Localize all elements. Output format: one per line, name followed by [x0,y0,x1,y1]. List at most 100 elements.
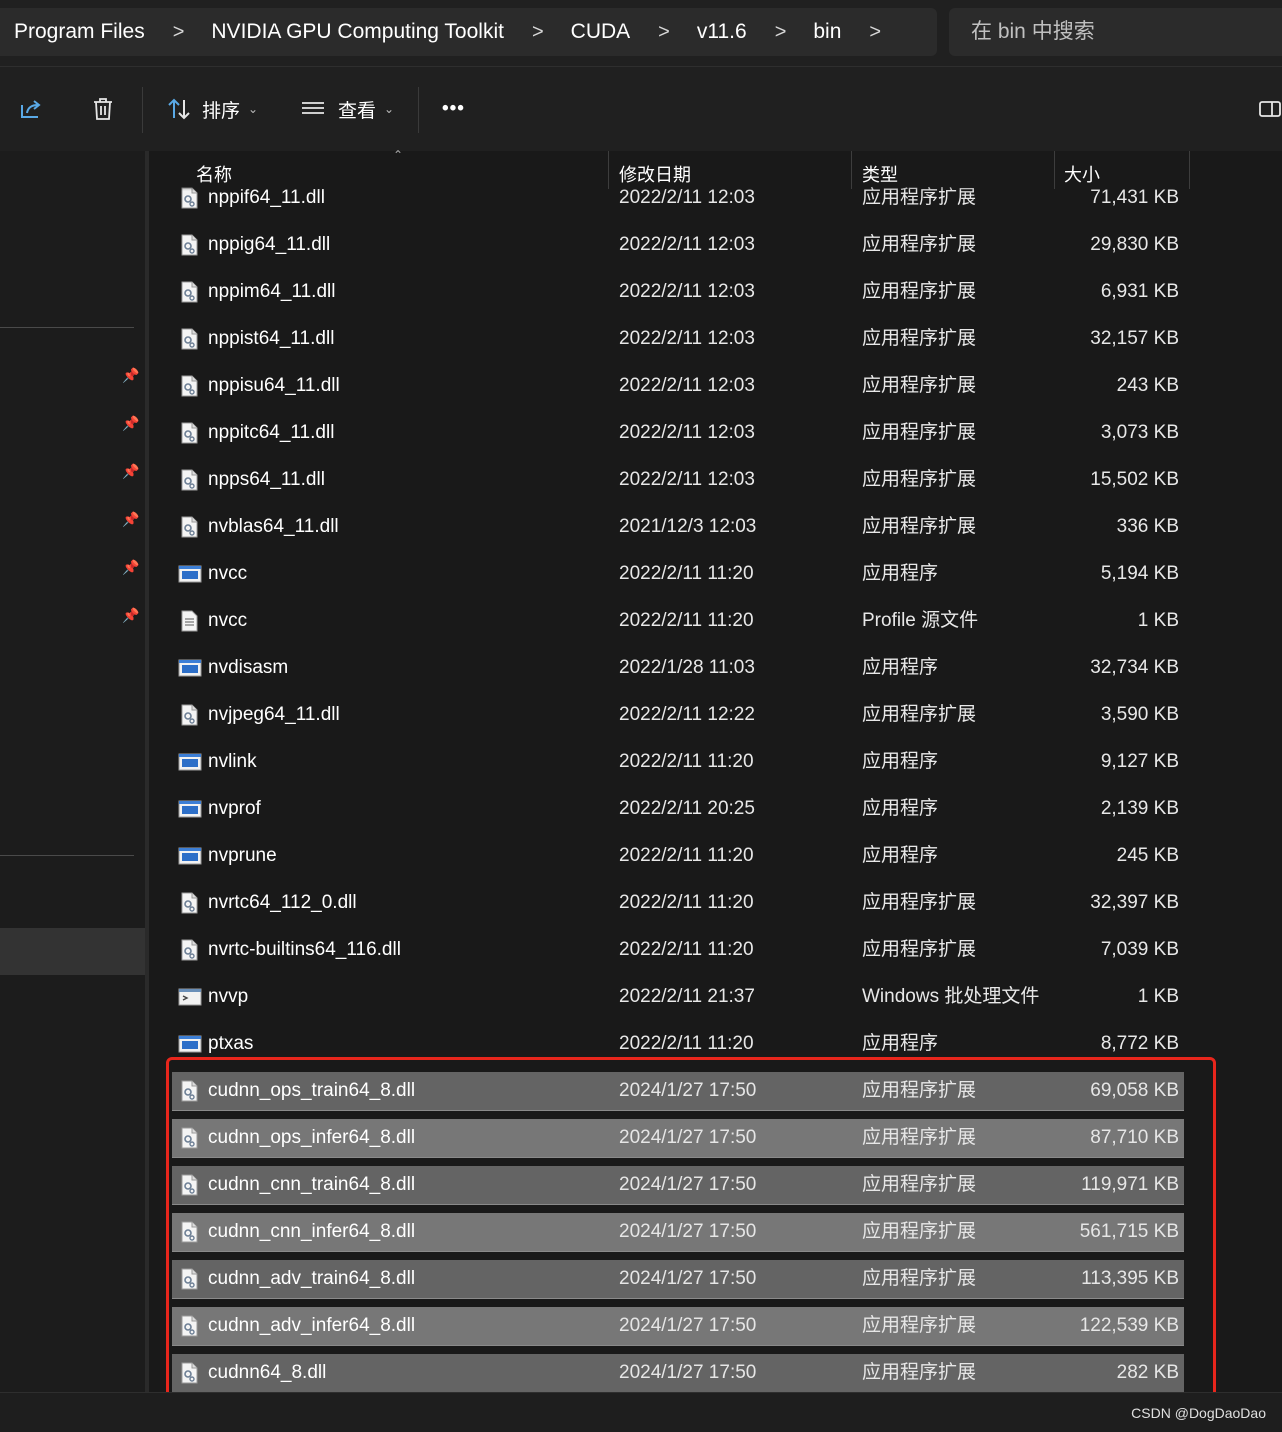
column-divider[interactable] [1054,151,1055,189]
file-size: 561,715 KB [1079,1221,1179,1242]
file-row[interactable]: nvjpeg64_11.dll 2022/2/11 12:22 应用程序扩展 3,59… [172,696,1184,734]
file-size: 9,127 KB [1100,751,1179,772]
file-name: cudnn_adv_train64_8.dll [208,1268,416,1289]
text-file-icon [178,610,200,632]
file-row[interactable]: nppist64_11.dll 2022/2/11 12:03 应用程序扩展 32,1… [172,320,1184,358]
file-name: nvcc [208,563,248,584]
file-modified-date: 2021/12/3 12:03 [619,516,757,537]
dll-icon [178,1221,200,1243]
dll-icon [178,375,200,397]
file-row-selected[interactable]: cudnn_ops_train64_8.dll 2024/1/27 17:50 应用… [172,1072,1184,1111]
column-header-type[interactable]: 类型 [862,151,1052,191]
file-modified-date: 2024/1/27 17:50 [619,1315,757,1336]
file-size: 122,539 KB [1079,1315,1179,1336]
dll-icon [178,234,200,256]
file-row[interactable]: nvblas64_11.dll 2021/12/3 12:03 应用程序扩展 336 … [172,508,1184,546]
file-row[interactable]: nvprune 2022/2/11 11:20 应用程序 245 KB [172,837,1184,875]
file-row-selected[interactable]: cudnn_cnn_infer64_8.dll 2024/1/27 17:50 应用… [172,1213,1184,1252]
file-row[interactable]: nppisu64_11.dll 2022/2/11 12:03 应用程序扩展 243 … [172,367,1184,405]
column-header-date[interactable]: 修改日期 [619,151,849,191]
file-size: 7,039 KB [1100,939,1179,960]
file-row[interactable]: nvrtc-builtins64_116.dll 2022/2/11 11:20 应… [172,931,1184,969]
file-modified-date: 2022/2/11 12:03 [619,328,755,349]
file-modified-date: 2022/2/11 12:03 [619,281,755,302]
file-type: 应用程序 [862,751,939,772]
file-name: ptxas [208,1033,254,1054]
file-modified-date: 2022/2/11 11:20 [619,892,754,913]
file-modified-date: 2022/1/28 11:03 [619,657,755,678]
file-type: 应用程序扩展 [862,422,977,443]
file-row-selected[interactable]: cudnn_adv_infer64_8.dll 2024/1/27 17:50 应用… [172,1307,1184,1346]
exe-icon [178,657,202,679]
file-name: nvprune [208,845,277,866]
exe-icon [178,751,202,773]
file-row[interactable]: nppitc64_11.dll 2022/2/11 12:03 应用程序扩展 3,07… [172,414,1184,452]
file-size: 282 KB [1116,1362,1179,1383]
file-modified-date: 2022/2/11 12:03 [619,375,755,396]
file-size: 336 KB [1116,516,1179,537]
file-type: 应用程序扩展 [862,1362,977,1383]
file-row[interactable]: npps64_11.dll 2022/2/11 12:03 应用程序扩展 15,502… [172,461,1184,499]
column-divider[interactable] [1189,151,1190,189]
file-size: 119,971 KB [1081,1174,1179,1195]
file-modified-date: 2022/2/11 11:20 [619,563,754,584]
file-type: 应用程序扩展 [862,939,977,960]
file-row-selected[interactable]: cudnn_adv_train64_8.dll 2024/1/27 17:50 应用… [172,1260,1184,1299]
file-name: cudnn_cnn_train64_8.dll [208,1174,416,1195]
file-row[interactable]: nvvp 2022/2/11 21:37 Windows 批处理文件 1 KB [172,978,1184,1016]
file-list: nppif64_11.dll 2022/2/11 12:03 应用程序扩展 71,43… [0,0,1282,1392]
file-name: nppist64_11.dll [208,328,335,349]
file-modified-date: 2022/2/11 21:37 [619,986,755,1007]
file-name: cudnn64_8.dll [208,1362,327,1383]
dll-icon [178,939,200,961]
file-name: nvrtc-builtins64_116.dll [208,939,401,960]
file-row[interactable]: nvprof 2022/2/11 20:25 应用程序 2,139 KB [172,790,1184,828]
file-modified-date: 2024/1/27 17:50 [619,1362,757,1383]
file-type: Windows 批处理文件 [862,986,1040,1007]
file-modified-date: 2022/2/11 11:20 [619,939,754,960]
file-row[interactable]: ptxas 2022/2/11 11:20 应用程序 8,772 KB [172,1025,1184,1063]
file-type: 应用程序扩展 [862,1127,977,1148]
column-name-label: 名称 [196,165,232,185]
file-type: 应用程序 [862,845,939,866]
file-size: 8,772 KB [1100,1033,1179,1054]
file-row-selected[interactable]: cudnn_cnn_train64_8.dll 2024/1/27 17:50 应用… [172,1166,1184,1205]
file-type: 应用程序扩展 [862,1315,977,1336]
file-row[interactable]: nvcc 2022/2/11 11:20 Profile 源文件 1 KB [172,602,1184,640]
file-size: 245 KB [1116,845,1179,866]
dll-icon [178,469,200,491]
file-size: 32,734 KB [1090,657,1179,678]
file-row[interactable]: nppim64_11.dll 2022/2/11 12:03 应用程序扩展 6,931… [172,273,1184,311]
file-name: nvcc [208,610,248,631]
file-modified-date: 2022/2/11 11:20 [619,751,754,772]
file-row-selected[interactable]: cudnn_ops_infer64_8.dll 2024/1/27 17:50 应用… [172,1119,1184,1158]
file-name: npps64_11.dll [208,469,325,490]
column-divider[interactable] [851,151,852,189]
exe-icon [178,845,202,867]
file-modified-date: 2022/2/11 11:20 [619,610,754,631]
file-type: 应用程序扩展 [862,1221,977,1242]
file-name: nppig64_11.dll [208,234,331,255]
file-name: nppitc64_11.dll [208,422,335,443]
file-type: 应用程序扩展 [862,704,977,725]
file-name: nvjpeg64_11.dll [208,704,340,725]
file-row[interactable]: nvrtc64_112_0.dll 2022/2/11 11:20 应用程序扩展 32… [172,884,1184,922]
file-type: 应用程序 [862,657,939,678]
file-row[interactable]: nvdisasm 2022/1/28 11:03 应用程序 32,734 KB [172,649,1184,687]
file-row[interactable]: nvlink 2022/2/11 11:20 应用程序 9,127 KB [172,743,1184,781]
file-modified-date: 2022/2/11 11:20 [619,845,754,866]
file-row-selected[interactable]: cudnn64_8.dll 2024/1/27 17:50 应用程序扩展 282 KB [172,1354,1184,1392]
file-name: nppisu64_11.dll [208,375,340,396]
dll-icon [178,1362,200,1384]
file-row[interactable]: nppig64_11.dll 2022/2/11 12:03 应用程序扩展 29,83… [172,226,1184,264]
file-type: 应用程序扩展 [862,1174,977,1195]
column-header-size[interactable]: 大小 [1064,151,1189,191]
column-divider[interactable] [608,151,609,189]
file-type: 应用程序 [862,563,939,584]
file-name: nvprof [208,798,261,819]
file-row[interactable]: nvcc 2022/2/11 11:20 应用程序 5,194 KB [172,555,1184,593]
file-type: 应用程序扩展 [862,234,977,255]
file-size: 69,058 KB [1090,1080,1179,1101]
file-name: nppim64_11.dll [208,281,336,302]
column-date-label: 修改日期 [619,165,691,185]
